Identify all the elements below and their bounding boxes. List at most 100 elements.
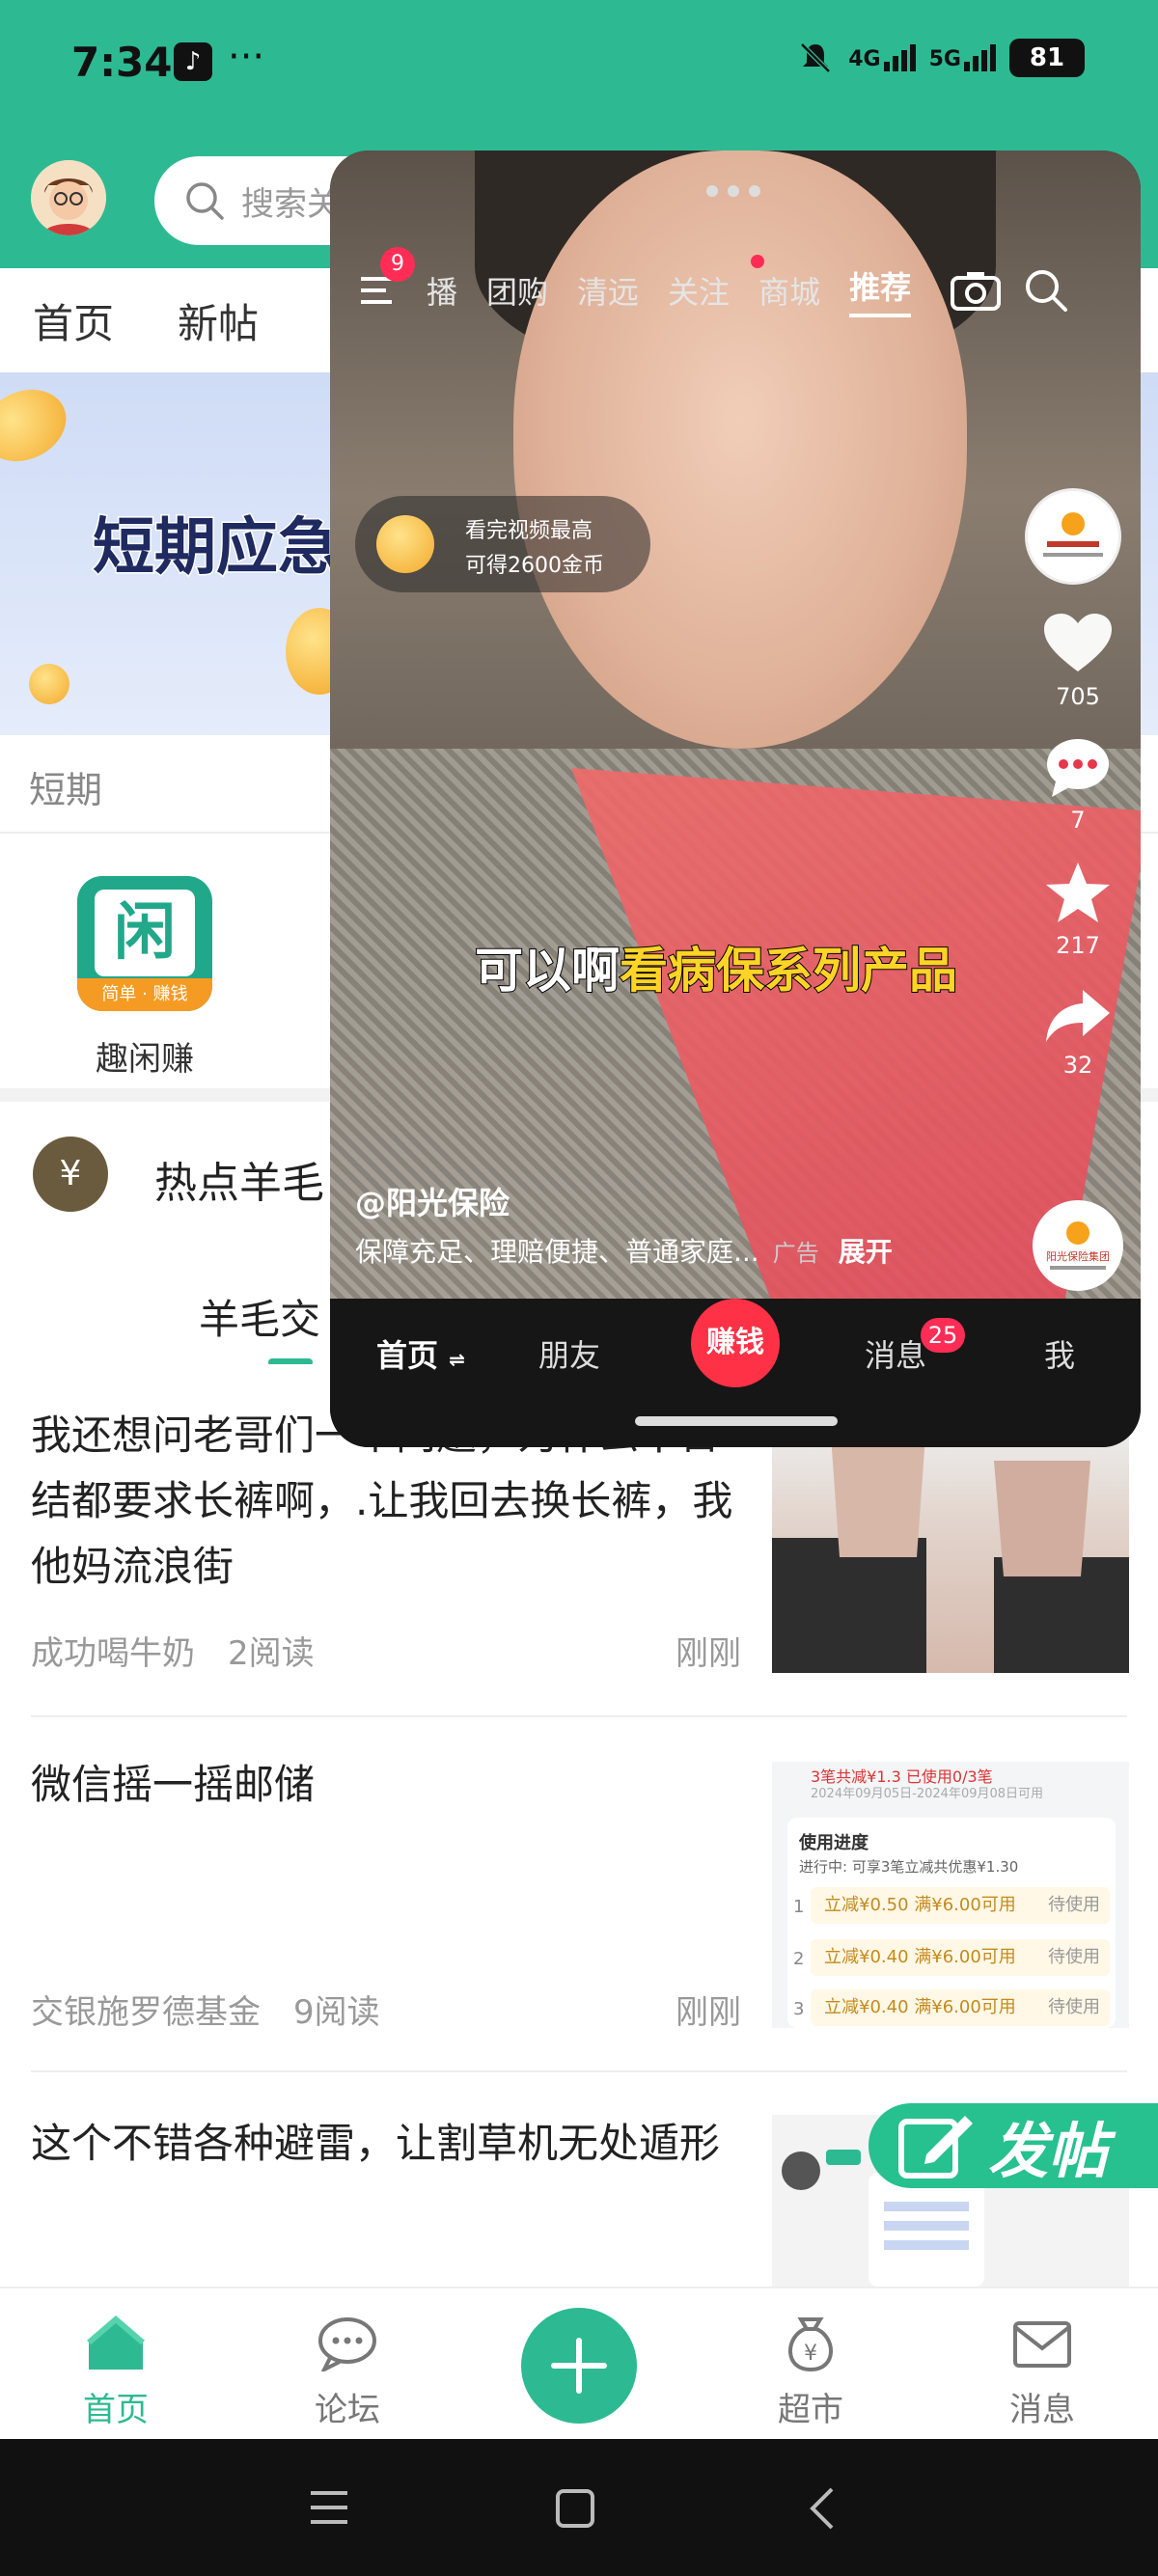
thumb-row: 立减¥0.40 满¥6.00可用 待使用	[811, 1989, 1110, 2026]
forum-icon	[318, 2317, 376, 2374]
menu-badge: 9	[380, 247, 415, 282]
nav-messages-label: 消息	[1009, 2391, 1075, 2429]
video-top-tabs: 播 团购 清远 关注 商城 推荐	[359, 257, 1121, 324]
window-drag-handle[interactable]	[706, 185, 760, 197]
like-count: 705	[1056, 683, 1100, 710]
nav-add-button[interactable]	[521, 2308, 637, 2424]
signal-4g-label: 4G	[848, 47, 881, 71]
following-dot	[751, 255, 764, 268]
tab-home[interactable]: 首页	[33, 291, 114, 350]
photo-thumbnail-icon	[772, 1422, 1129, 1673]
feed-post[interactable]: 微信摇一摇邮储 交银施罗德基金 9阅读 刚刚 3笔共减¥1.3 已使用0/3笔 2…	[0, 1717, 1158, 2072]
music-disc[interactable]: 阳光保险集团	[1033, 1200, 1123, 1291]
thumb-row-num: 3	[793, 1999, 805, 2019]
signal-4g-icon: 4G	[848, 44, 916, 71]
favorite-count: 217	[1056, 932, 1100, 959]
section-label: 短期	[29, 769, 103, 811]
nav-forum[interactable]: 论坛	[290, 2316, 405, 2430]
nav-home[interactable]: 首页	[58, 2316, 174, 2430]
post-meta: 成功喝牛奶 2阅读	[31, 1627, 315, 1674]
hot-topic-title: 热点羊毛	[154, 1159, 324, 1208]
video-subtitle: 可以啊看病保系列产品	[474, 932, 958, 1001]
like-button[interactable]: 705	[1025, 612, 1131, 710]
post-reads: 9阅读	[293, 1993, 380, 2032]
video-nav-friends[interactable]: 朋友	[538, 1331, 600, 1376]
camera-icon[interactable]	[950, 268, 1002, 313]
home-button-icon[interactable]	[554, 2487, 596, 2530]
menu-icon[interactable]	[307, 2487, 351, 2528]
expand-link[interactable]: 展开	[839, 1236, 893, 1268]
new-post-button[interactable]: 发帖	[868, 2103, 1158, 2188]
home-icon	[87, 2316, 145, 2370]
post-time: 刚刚	[676, 1993, 741, 2032]
thumb-row: 立减¥0.40 满¥6.00可用 待使用	[811, 1939, 1110, 1976]
app-name[interactable]: 趣闲赚	[68, 1032, 222, 1080]
app-icon-footer: 简单 · 赚钱	[77, 978, 212, 1011]
home-indicator[interactable]	[635, 1416, 838, 1426]
quxianzhuan-app-icon[interactable]: 闲 简单 · 赚钱	[77, 876, 212, 1011]
video-tab-active[interactable]: 推荐	[849, 263, 912, 317]
share-button[interactable]: 32	[1025, 986, 1131, 1079]
nav-messages[interactable]: 消息	[984, 2316, 1100, 2430]
post-author: 交银施罗德基金	[31, 1993, 261, 2032]
logo-text: 阳光保险集团	[1046, 1249, 1110, 1263]
share-icon	[1046, 990, 1110, 1042]
back-icon[interactable]	[803, 2485, 841, 2532]
video-face	[513, 151, 967, 749]
thumb-row-text: 立减¥0.40 满¥6.00可用	[824, 1947, 1016, 1967]
thumb-date: 2024年09月05日-2024年09月08日可用	[811, 1787, 1044, 1801]
bottom-nav: 首页 论坛 ¥ 超市 消息	[0, 2287, 1158, 2439]
sunshine-insurance-logo-icon	[1043, 512, 1103, 557]
refresh-arrows-icon: ⇌	[449, 1348, 465, 1371]
post-thumbnail	[772, 1422, 1129, 1673]
sub-tab-active[interactable]: 羊毛交	[199, 1287, 320, 1346]
search-icon	[186, 182, 224, 220]
banner-headline: 短期应急	[92, 511, 342, 586]
nav-supermarket[interactable]: ¥ 超市	[753, 2316, 868, 2430]
video-tab[interactable]: 商城	[758, 268, 820, 313]
thumb-sub: 进行中: 可享3笔立减共优惠¥1.30	[799, 1858, 1019, 1876]
favorite-button[interactable]: 217	[1025, 861, 1131, 959]
video-nav-earn[interactable]: 赚钱	[691, 1299, 780, 1387]
gold-coin-icon	[376, 515, 434, 573]
coin-icon	[0, 376, 78, 475]
thumb-row-num: 2	[793, 1949, 805, 1969]
search-icon[interactable]	[1023, 267, 1069, 314]
reward-pill[interactable]: 看完视频最高 可得2600金币	[355, 496, 650, 592]
video-nav-messages[interactable]: 消息	[865, 1331, 926, 1376]
thumb-row-status: 待使用	[1048, 1947, 1100, 1967]
system-navigation-bar	[0, 2439, 1158, 2576]
nav-supermarket-label: 超市	[778, 2391, 843, 2429]
video-tab[interactable]: 清远	[577, 268, 639, 313]
subtitle-part-b: 看病保系列产品	[619, 942, 958, 1000]
video-tab[interactable]: 团购	[486, 268, 548, 313]
post-reads: 2阅读	[228, 1634, 315, 1673]
advertiser-logo[interactable]	[1025, 488, 1121, 585]
post-title: 微信摇一摇邮储	[31, 1761, 316, 1808]
video-author[interactable]: @阳光保险	[355, 1179, 510, 1223]
reward-line1: 看完视频最高	[465, 519, 593, 543]
video-tab[interactable]: 播	[427, 268, 457, 313]
video-nav-me[interactable]: 我	[1044, 1331, 1075, 1376]
tab-new-posts[interactable]: 新帖	[178, 291, 259, 350]
plus-icon	[551, 2338, 607, 2394]
video-nav-home[interactable]: 首页 ⇌	[376, 1331, 465, 1376]
moneybag-icon: ¥	[788, 2317, 833, 2372]
user-avatar[interactable]	[31, 160, 106, 235]
floating-video-window[interactable]: 播 团购 清远 关注 商城 推荐 9 看完视频最高 可得2600金币 705 7…	[330, 151, 1141, 1447]
thumb-row: 立减¥0.50 满¥6.00可用 待使用	[811, 1887, 1110, 1924]
video-description: 保障充足、理赔便捷、普通家庭... 广告 展开	[355, 1231, 893, 1270]
comment-button[interactable]: 7	[1025, 737, 1131, 834]
comment-count: 7	[1070, 807, 1086, 834]
comment-icon	[1047, 739, 1109, 797]
share-count: 32	[1062, 1052, 1093, 1079]
status-icons: 4G 5G 81	[796, 39, 1085, 77]
heart-icon	[1044, 614, 1112, 671]
thumb-row-status: 待使用	[1048, 1895, 1100, 1915]
star-icon	[1046, 863, 1110, 922]
thumb-row-text: 立减¥0.40 满¥6.00可用	[824, 1997, 1016, 2017]
edit-icon	[898, 2116, 973, 2179]
post-thumbnail: 3笔共减¥1.3 已使用0/3笔 2024年09月05日-2024年09月08日…	[772, 1762, 1129, 2028]
video-tab[interactable]: 关注	[668, 268, 730, 313]
svg-text:¥: ¥	[804, 2342, 817, 2366]
